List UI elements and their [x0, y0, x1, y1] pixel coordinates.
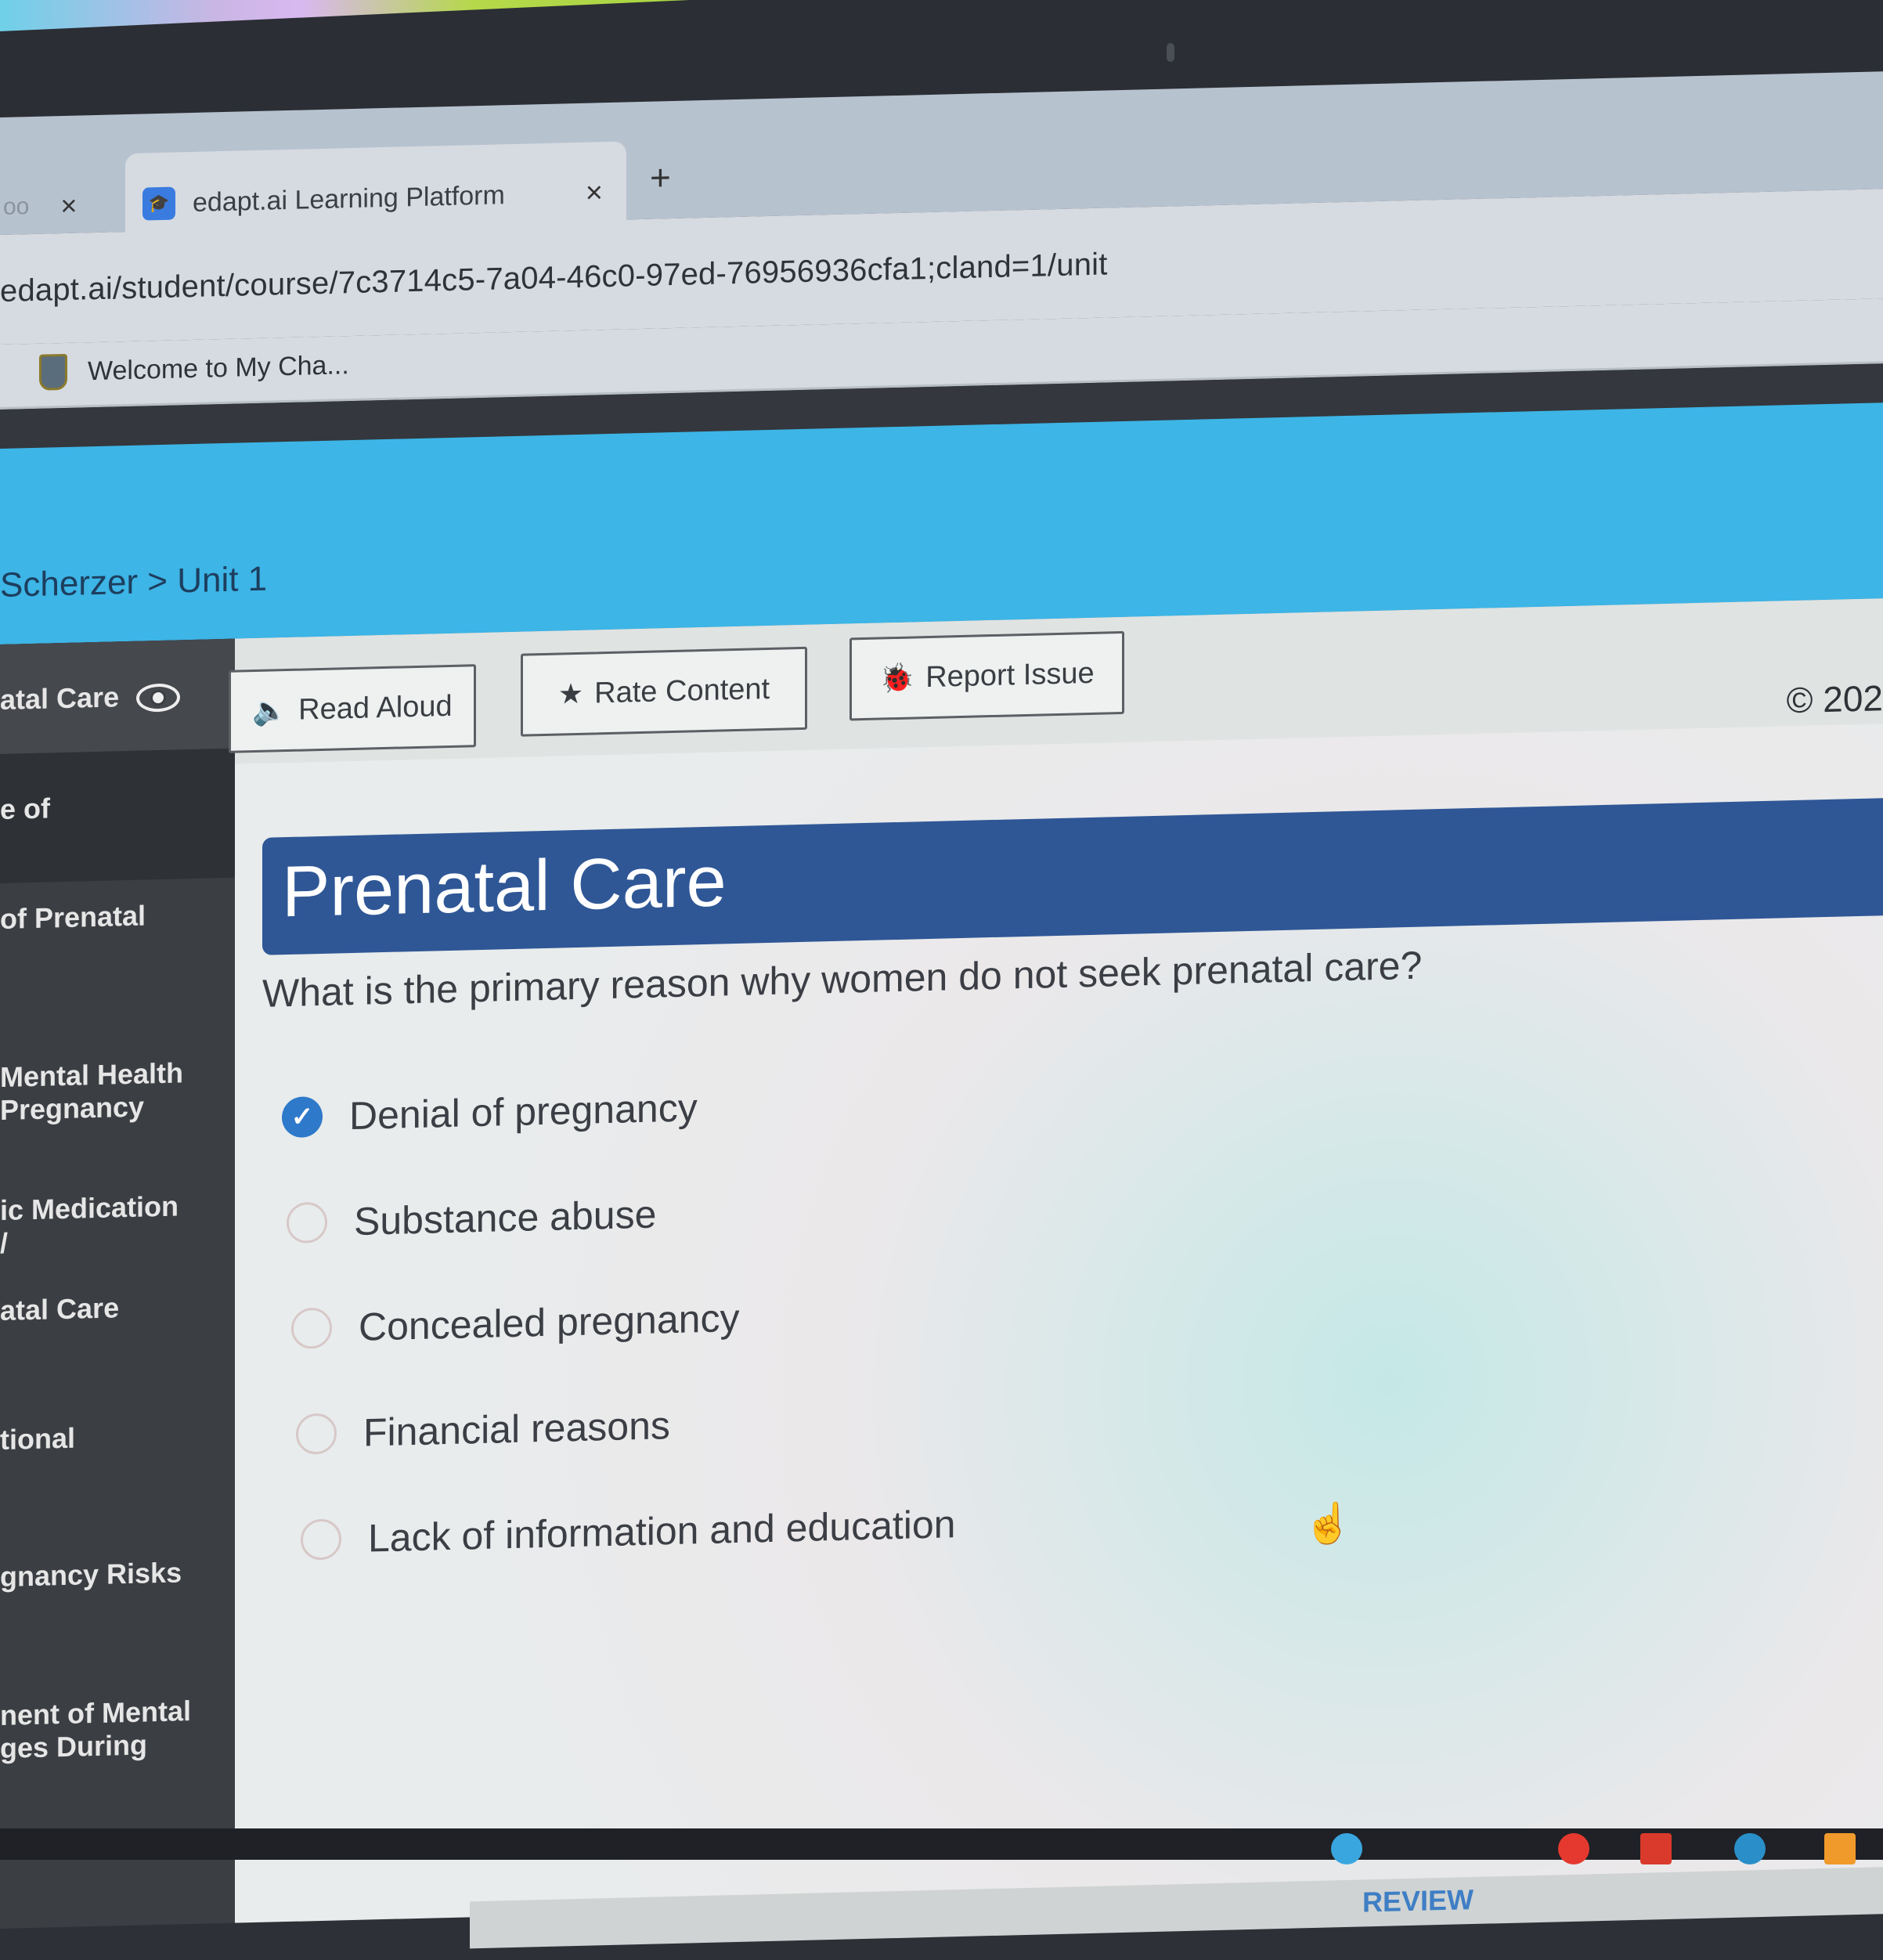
bookmark-item[interactable]: Welcome to My Cha...: [39, 347, 349, 391]
sidebar-item-label: ic Medication /: [0, 1189, 179, 1259]
new-tab-button[interactable]: +: [650, 156, 671, 199]
screen: oo × 🎓 edapt.ai Learning Platform × + ed…: [0, 48, 1883, 1949]
eye-icon[interactable]: [136, 683, 181, 713]
sidebar-item-label: of Prenatal: [0, 899, 146, 935]
answer-option[interactable]: Lack of information and education: [301, 1471, 956, 1592]
sidebar-item-label: gnancy Risks: [0, 1556, 182, 1593]
app-icon[interactable]: [1558, 1833, 1589, 1864]
read-aloud-button[interactable]: 🔈 Read Aloud: [229, 664, 476, 753]
sidebar-item-label: tional: [0, 1421, 75, 1456]
answer-option[interactable]: Financial reasons: [296, 1365, 956, 1487]
sidebar-item-prenatal-care[interactable]: atal Care: [0, 638, 235, 754]
app-icon[interactable]: [1734, 1833, 1766, 1864]
app-icon[interactable]: [1824, 1833, 1856, 1864]
sidebar-item-mental-health[interactable]: Mental Health Pregnancy: [0, 1023, 235, 1126]
hand-cursor-icon: ☝: [1304, 1500, 1353, 1547]
report-issue-button[interactable]: 🐞 Report Issue: [850, 630, 1124, 721]
review-tab[interactable]: REVIEW: [1362, 1883, 1474, 1918]
radio-icon[interactable]: [287, 1201, 327, 1243]
webcam-icon: [1167, 43, 1174, 62]
answer-label: Denial of pregnancy: [349, 1085, 698, 1138]
url-text[interactable]: edapt.ai/student/course/7c3714c5-7a04-46…: [0, 247, 1108, 309]
breadcrumb[interactable]: Scherzer > Unit 1: [0, 560, 267, 605]
page-title: Prenatal Care: [282, 841, 727, 933]
sidebar-item-mental-changes[interactable]: nent of Mental ges During: [0, 1661, 235, 1764]
bug-icon: 🐞: [879, 661, 915, 695]
sidebar-item-label: atal Care: [0, 680, 120, 716]
answer-label: Financial reasons: [363, 1402, 670, 1455]
tab-previous-label: oo: [3, 193, 30, 220]
tab-title: edapt.ai Learning Platform: [193, 179, 505, 218]
answer-option[interactable]: Concealed pregnancy: [291, 1259, 956, 1381]
sidebar-item-prenatal-care-2[interactable]: atal Care: [0, 1289, 235, 1373]
sidebar-item-benefits[interactable]: of Prenatal: [0, 897, 235, 997]
copyright-text: © 202: [1786, 677, 1883, 721]
radio-icon[interactable]: [291, 1307, 332, 1349]
page-title-bar: Prenatal Care: [262, 798, 1883, 955]
sidebar-item-label: nent of Mental ges During: [0, 1695, 191, 1764]
star-icon: ★: [557, 677, 584, 710]
sidebar-item-importance[interactable]: e of: [0, 748, 235, 883]
rate-content-label: Rate Content: [594, 672, 770, 709]
main-content: 🔈 Read Aloud ★ Rate Content 🐞 Report Iss…: [229, 598, 1883, 1949]
sidebar-item-label: Mental Health Pregnancy: [0, 1056, 184, 1126]
sidebar-item-medication[interactable]: ic Medication /: [0, 1156, 235, 1259]
radio-icon[interactable]: [296, 1412, 337, 1455]
close-icon[interactable]: ×: [586, 176, 603, 211]
answer-label: Lack of information and education: [368, 1501, 956, 1561]
answer-label: Concealed pregnancy: [359, 1295, 740, 1349]
radio-icon[interactable]: [301, 1518, 341, 1561]
bookmark-label: Welcome to My Cha...: [88, 349, 349, 386]
close-icon[interactable]: ×: [60, 190, 77, 223]
question-text: What is the primary reason why women do …: [262, 943, 1423, 1016]
sidebar-item-label: atal Care: [0, 1291, 120, 1327]
shield-icon: [39, 353, 67, 391]
answer-option[interactable]: Substance abuse: [287, 1153, 956, 1276]
report-issue-label: Report Issue: [925, 656, 1095, 694]
sidebar-item-pregnancy-risks[interactable]: gnancy Risks: [0, 1555, 235, 1639]
graduation-cap-icon: 🎓: [142, 186, 175, 221]
answer-label: Substance abuse: [354, 1192, 657, 1243]
sidebar-item-nutritional[interactable]: tional: [0, 1418, 235, 1502]
sidebar-item-label: e of: [0, 792, 51, 825]
read-aloud-label: Read Aloud: [298, 689, 453, 727]
app-icon[interactable]: [1331, 1833, 1362, 1864]
radio-checked-icon[interactable]: ✓: [282, 1096, 323, 1138]
answer-option[interactable]: ✓ Denial of pregnancy: [282, 1048, 956, 1170]
bottom-tabs: REVIEW START: [470, 1861, 1883, 1949]
speaker-icon: 🔈: [252, 694, 288, 727]
rate-content-button[interactable]: ★ Rate Content: [521, 646, 807, 737]
taskbar: [0, 1828, 1883, 1864]
sidebar: atal Care e of of Prenatal Mental Health…: [0, 638, 235, 1929]
answer-options: ✓ Denial of pregnancy Substance abuse Co…: [282, 1048, 956, 1593]
app-icon[interactable]: [1640, 1833, 1672, 1864]
